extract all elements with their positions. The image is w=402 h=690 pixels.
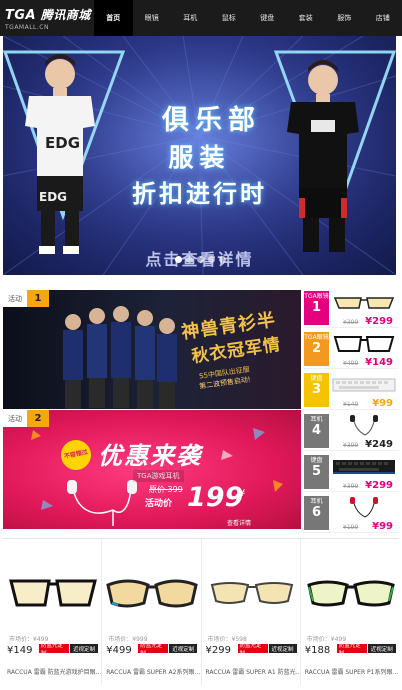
hot-item-3[interactable]: 键盘 3 ¥149 ¥99: [303, 370, 399, 410]
keyboard-icon: [333, 460, 395, 474]
banner-headline-2: 服装: [168, 143, 231, 172]
nav-headphones[interactable]: 耳机: [171, 0, 210, 36]
hot-items-column: TGA眼镜 1 ¥399 ¥299 TGA眼镜 2 ¥499 ¥149 键盘 3 ¥1…: [303, 288, 399, 533]
hot-item-price: ¥149: [365, 357, 393, 368]
nav-keyboard[interactable]: 键盘: [248, 0, 287, 36]
anti-blue-light-button[interactable]: 防蓝光定制: [138, 643, 169, 657]
nav-home[interactable]: 首页: [94, 0, 133, 36]
main-nav: 首页 眼镜 耳机 鼠标 键盘 套装 服饰 店铺: [94, 0, 402, 36]
hot-item-old-price: ¥499: [343, 360, 359, 367]
promo-subtitle: TGA游戏耳机: [133, 470, 184, 482]
anti-blue-light-button[interactable]: 防蓝光定制: [336, 643, 367, 657]
promo-price-label: 活动价: [145, 499, 173, 509]
hot-item-old-price: ¥399: [343, 442, 359, 449]
promo-banner-2[interactable]: 活动 2 不容错过 优惠来袭 TGA游戏耳机 原价 399 活动价 199 ¥ …: [3, 410, 301, 529]
carousel-dot[interactable]: [208, 256, 215, 263]
carousel-dot[interactable]: [175, 256, 182, 263]
product-name[interactable]: RACCUA 雷霸 防蓝光游戏护目眼...: [7, 667, 101, 676]
product-price: ¥499: [106, 645, 132, 656]
promo-tag: 活动 2: [3, 410, 49, 427]
promo-banner-1[interactable]: 活动 1 神兽青衫半 秋衣冠军情 S5中国队出征服 第二波预售启动!: [3, 290, 301, 409]
product-card[interactable]: 市场价：¥499 ¥149 防蓝光定制 近视定制 RACCUA 雷霸 防蓝光游戏…: [3, 539, 103, 685]
glasses-icon: [210, 582, 293, 604]
glasses-icon: [306, 580, 395, 607]
hot-item-price: ¥99: [372, 521, 393, 532]
carousel-dot[interactable]: [186, 256, 193, 263]
hot-item-2[interactable]: TGA眼镜 2 ¥499 ¥149: [303, 329, 399, 369]
hot-item-old-price: ¥399: [343, 319, 359, 326]
carousel-dot[interactable]: [197, 256, 204, 263]
keyboard-icon: [332, 378, 396, 392]
promo-tag-label: 活动: [3, 290, 27, 307]
nav-apparel[interactable]: 服饰: [325, 0, 364, 36]
logo-text: TGA 腾讯商城: [5, 7, 91, 23]
hot-item-badge: 键盘 5: [304, 455, 329, 489]
carousel-dots: [175, 256, 226, 263]
nav-mouse[interactable]: 鼠标: [210, 0, 249, 36]
product-name[interactable]: RACCUA 雷霸 SUPER A1 防蓝光...: [206, 667, 300, 676]
banner-headline-1: 俱乐部: [162, 105, 261, 136]
product-grid: 市场价：¥499 ¥149 防蓝光定制 近视定制 RACCUA 雷霸 防蓝光游戏…: [3, 538, 399, 685]
earphone-icon: [350, 497, 378, 518]
hot-item-old-price: ¥199: [343, 524, 359, 531]
promo-tag: 活动 1: [3, 290, 49, 307]
hot-item-6[interactable]: 耳机 6 ¥199 ¥99: [303, 493, 399, 533]
promo-old-price: 原价 399: [149, 485, 183, 494]
hot-item-badge: TGA眼镜 2: [304, 332, 329, 366]
glasses-icon: [9, 579, 97, 607]
promo-tag-number: 2: [27, 410, 49, 427]
product-name[interactable]: RACCUA 雷霸 SUPER P1系列眼...: [305, 667, 399, 676]
myopia-custom-button[interactable]: 近视定制: [70, 644, 98, 653]
product-card[interactable]: 市场价：¥499 ¥188 防蓝光定制 近视定制 RACCUA 雷霸 SUPER…: [300, 539, 399, 685]
promo-price: 199: [187, 482, 244, 513]
hot-item-price: ¥99: [372, 398, 393, 409]
glasses-icon: [333, 336, 395, 352]
hot-item-badge: TGA眼镜 1: [304, 291, 329, 325]
earphone-art: [72, 487, 132, 526]
banner-headline-3: 折扣进行时: [132, 179, 267, 208]
nav-glasses[interactable]: 眼镜: [133, 0, 172, 36]
product-price: ¥149: [7, 645, 33, 656]
hot-item-4[interactable]: 耳机 4 ¥399 ¥249: [303, 411, 399, 451]
promo-tag-label: 活动: [3, 410, 27, 427]
product-name[interactable]: RACCUA 雷霸 SUPER A2系列眼...: [106, 667, 200, 676]
glasses-icon: [333, 297, 395, 309]
myopia-custom-button[interactable]: 近视定制: [367, 644, 396, 653]
hot-item-old-price: ¥149: [343, 401, 359, 408]
hot-item-badge: 耳机 4: [304, 414, 329, 448]
hot-item-5[interactable]: 键盘 5 ¥399 ¥299: [303, 452, 399, 492]
product-card[interactable]: 市场价：¥999 ¥499 防蓝光定制 近视定制 RACCUA 雷霸 SUPER…: [102, 539, 202, 685]
nav-bundles[interactable]: 套装: [287, 0, 326, 36]
glasses-icon: [106, 579, 198, 608]
nav-stores[interactable]: 店铺: [364, 0, 402, 36]
top-header: TGA 腾讯商城 TGAMALL.CN 首页 眼镜 耳机 鼠标 键盘 套装 服饰…: [0, 0, 402, 36]
promo-currency: ¥: [239, 488, 246, 499]
myopia-custom-button[interactable]: 近视定制: [268, 644, 297, 653]
myopia-custom-button[interactable]: 近视定制: [169, 644, 198, 653]
hot-item-old-price: ¥399: [343, 483, 359, 490]
promo-price-box: 原价 399 活动价 199 ¥: [131, 482, 249, 513]
hot-item-badge: 键盘 3: [304, 373, 329, 407]
carousel-dot[interactable]: [219, 256, 226, 263]
team-players: [63, 306, 177, 409]
promo-tag-number: 1: [27, 290, 49, 307]
promo-detail-link[interactable]: 查看详情: [227, 518, 251, 527]
product-card[interactable]: 市场价：¥598 ¥299 防蓝光定制 近视定制 RACCUA 雷霸 SUPER…: [201, 539, 301, 685]
anti-blue-light-button[interactable]: 防蓝光定制: [39, 643, 69, 657]
hot-item-price: ¥249: [365, 439, 393, 450]
hot-item-1[interactable]: TGA眼镜 1 ¥399 ¥299: [303, 288, 399, 328]
anti-blue-light-button[interactable]: 防蓝光定制: [237, 643, 268, 657]
product-price: ¥188: [304, 645, 331, 656]
earphone-icon: [350, 415, 378, 436]
logo[interactable]: TGA 腾讯商城 TGAMALL.CN: [0, 0, 94, 36]
product-price: ¥299: [205, 645, 231, 656]
promo-title: 优惠来袭: [98, 441, 202, 470]
hero-banner[interactable]: EDG EDG 俱乐部 服装 折扣进行时 点击查看详情: [3, 36, 396, 275]
logo-subtext: TGAMALL.CN: [5, 23, 49, 31]
hot-item-price: ¥299: [365, 316, 393, 327]
hot-item-price: ¥299: [365, 480, 393, 491]
hot-item-badge: 耳机 6: [304, 496, 329, 530]
